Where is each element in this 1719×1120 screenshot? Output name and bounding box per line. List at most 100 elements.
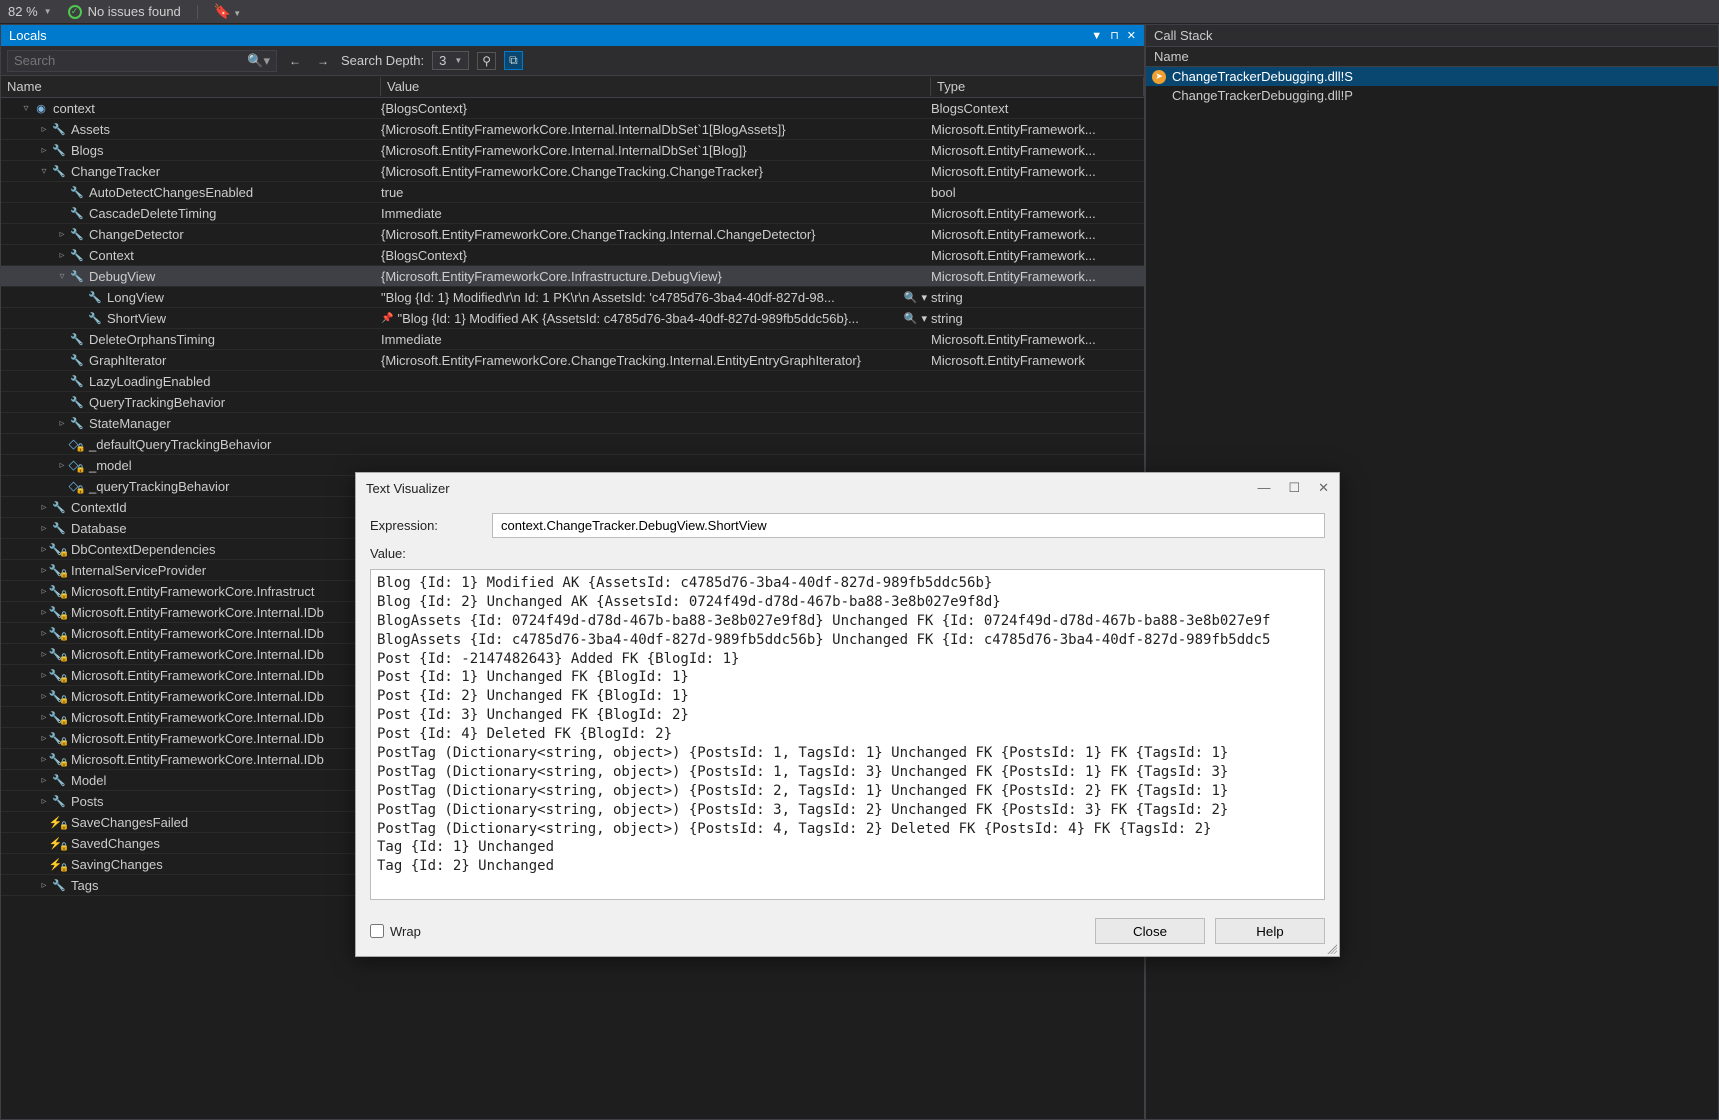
locals-row[interactable]: 🔧GraphIterator{Microsoft.EntityFramework… <box>1 350 1144 371</box>
close-icon[interactable]: ✕ <box>1127 29 1136 42</box>
col-type[interactable]: Type <box>931 77 1144 96</box>
tree-icon[interactable]: ⧉ <box>504 51 523 70</box>
expression-input[interactable] <box>492 513 1325 538</box>
help-button[interactable]: Help <box>1215 918 1325 944</box>
expand-toggle[interactable]: ▹ <box>37 523 51 534</box>
search-input[interactable]: 🔍▾ <box>7 50 277 72</box>
private-field-icon: ◇🔒 <box>69 478 85 494</box>
var-name: GraphIterator <box>89 353 166 368</box>
var-name: Microsoft.EntityFrameworkCore.Internal.I… <box>71 731 324 746</box>
locals-row[interactable]: ▹🔧Context{BlogsContext}Microsoft.EntityF… <box>1 245 1144 266</box>
wrap-checkbox[interactable]: Wrap <box>370 924 421 939</box>
var-name: SavedChanges <box>71 836 160 851</box>
visualizer-dropdown-icon[interactable]: ▾ <box>921 291 927 304</box>
tag-icon[interactable]: 🔖▼ <box>214 3 241 20</box>
expand-toggle[interactable]: ▹ <box>55 418 69 429</box>
var-value: true <box>381 185 927 200</box>
zoom-indicator[interactable]: 82 % ▼ <box>8 4 52 19</box>
callstack-header[interactable]: Name <box>1146 47 1718 67</box>
expand-toggle[interactable]: ▹ <box>55 229 69 240</box>
expand-toggle[interactable]: ▹ <box>55 250 69 261</box>
var-name: DeleteOrphansTiming <box>89 332 215 347</box>
locals-row[interactable]: ▿🔧ChangeTracker{Microsoft.EntityFramewor… <box>1 161 1144 182</box>
expand-toggle[interactable]: ▹ <box>37 880 51 891</box>
var-name: StateManager <box>89 416 171 431</box>
pin-icon[interactable]: 📌 <box>381 313 393 324</box>
var-name: LongView <box>107 290 164 305</box>
window-dropdown-icon[interactable]: ▼ <box>1091 30 1102 42</box>
chevron-down-icon: ▼ <box>44 7 52 16</box>
search-icon[interactable]: 🔍▾ <box>247 53 270 69</box>
locals-toolbar: 🔍▾ ← → Search Depth: 3 ▼ ⚲ ⧉ <box>1 46 1144 76</box>
visualizer-dropdown-icon[interactable]: ▾ <box>921 312 927 325</box>
callstack-title[interactable]: Call Stack <box>1146 25 1718 47</box>
expand-toggle[interactable]: ▹ <box>37 145 51 156</box>
search-field[interactable] <box>14 53 247 68</box>
var-name: _queryTrackingBehavior <box>89 479 229 494</box>
var-value: {BlogsContext} <box>381 248 927 263</box>
var-name: Microsoft.EntityFrameworkCore.Internal.I… <box>71 689 324 704</box>
filter-icon[interactable]: ⚲ <box>477 52 496 70</box>
locals-row[interactable]: ▹🔧ChangeDetector{Microsoft.EntityFramewo… <box>1 224 1144 245</box>
minimize-icon[interactable]: — <box>1257 480 1270 496</box>
property-icon: 🔧 <box>69 205 85 221</box>
private-property-icon: 🔧🔒 <box>51 688 67 704</box>
locals-row[interactable]: ▹🔧Assets{Microsoft.EntityFrameworkCore.I… <box>1 119 1144 140</box>
chevron-down-icon: ▼ <box>454 56 462 65</box>
expand-toggle[interactable]: ▿ <box>55 271 69 282</box>
locals-row[interactable]: 🔧CascadeDeleteTimingImmediateMicrosoft.E… <box>1 203 1144 224</box>
callstack-body[interactable]: ➤ChangeTrackerDebugging.dll!SChangeTrack… <box>1146 67 1718 105</box>
issues-text: No issues found <box>88 4 181 19</box>
property-icon: 🔧 <box>87 289 103 305</box>
expand-toggle[interactable]: ▿ <box>19 103 33 114</box>
var-type: Microsoft.EntityFramework <box>931 353 1144 368</box>
private-property-icon: 🔧🔒 <box>51 709 67 725</box>
wrap-checkbox-input[interactable] <box>370 924 384 938</box>
maximize-icon[interactable]: ☐ <box>1288 480 1300 496</box>
locals-row[interactable]: ▿🔧DebugView{Microsoft.EntityFrameworkCor… <box>1 266 1144 287</box>
private-property-icon: 🔧🔒 <box>51 751 67 767</box>
locals-row[interactable]: ▹🔧Blogs{Microsoft.EntityFrameworkCore.In… <box>1 140 1144 161</box>
pin-icon[interactable]: ⊓ <box>1110 29 1119 42</box>
var-name: Posts <box>71 794 104 809</box>
expand-toggle[interactable]: ▹ <box>37 796 51 807</box>
locals-row[interactable]: 🔧AutoDetectChangesEnabledtruebool <box>1 182 1144 203</box>
resize-grip[interactable] <box>1325 942 1337 954</box>
expand-toggle[interactable]: ▿ <box>37 166 51 177</box>
locals-row[interactable]: 🔧LongView"Blog {Id: 1} Modified\r\n Id: … <box>1 287 1144 308</box>
callstack-row[interactable]: ChangeTrackerDebugging.dll!P <box>1146 86 1718 105</box>
close-icon[interactable]: ✕ <box>1318 480 1329 496</box>
col-value[interactable]: Value <box>381 77 931 96</box>
locals-row[interactable]: 🔧LazyLoadingEnabled <box>1 371 1144 392</box>
value-textarea[interactable]: Blog {Id: 1} Modified AK {AssetsId: c478… <box>370 569 1325 900</box>
locals-row[interactable]: ◇🔒_defaultQueryTrackingBehavior <box>1 434 1144 455</box>
var-name: ShortView <box>107 311 166 326</box>
value-label: Value: <box>370 546 1325 561</box>
magnifier-icon[interactable]: 🔍 <box>904 312 918 325</box>
locals-row[interactable]: 🔧ShortView📌"Blog {Id: 1} Modified AK {As… <box>1 308 1144 329</box>
locals-row[interactable]: ▿◉context{BlogsContext}BlogsContext <box>1 98 1144 119</box>
locals-row[interactable]: 🔧DeleteOrphansTimingImmediateMicrosoft.E… <box>1 329 1144 350</box>
magnifier-icon[interactable]: 🔍 <box>904 291 918 304</box>
visualizer-title-bar[interactable]: Text Visualizer — ☐ ✕ <box>356 473 1339 503</box>
var-name: Microsoft.EntityFrameworkCore.Internal.I… <box>71 668 324 683</box>
expand-toggle[interactable]: ▹ <box>37 502 51 513</box>
issues-indicator[interactable]: ✓ No issues found <box>68 4 181 19</box>
text-visualizer-dialog: Text Visualizer — ☐ ✕ Expression: Value:… <box>355 472 1340 957</box>
var-name: Context <box>89 248 134 263</box>
locals-title-bar[interactable]: Locals ▼ ⊓ ✕ <box>1 25 1144 46</box>
expand-toggle[interactable]: ▹ <box>55 460 69 471</box>
close-button[interactable]: Close <box>1095 918 1205 944</box>
depth-combo[interactable]: 3 ▼ <box>432 51 469 70</box>
var-value: {BlogsContext} <box>381 101 927 116</box>
callstack-row[interactable]: ➤ChangeTrackerDebugging.dll!S <box>1146 67 1718 86</box>
expand-toggle[interactable]: ▹ <box>37 775 51 786</box>
locals-row[interactable]: 🔧QueryTrackingBehavior <box>1 392 1144 413</box>
col-name[interactable]: Name <box>1 77 381 96</box>
var-type: BlogsContext <box>931 101 1144 116</box>
nav-forward-icon[interactable]: → <box>313 52 333 70</box>
expand-toggle[interactable]: ▹ <box>37 124 51 135</box>
nav-back-icon[interactable]: ← <box>285 52 305 70</box>
locals-row[interactable]: ▹🔧StateManager <box>1 413 1144 434</box>
object-icon: ◉ <box>33 100 49 116</box>
